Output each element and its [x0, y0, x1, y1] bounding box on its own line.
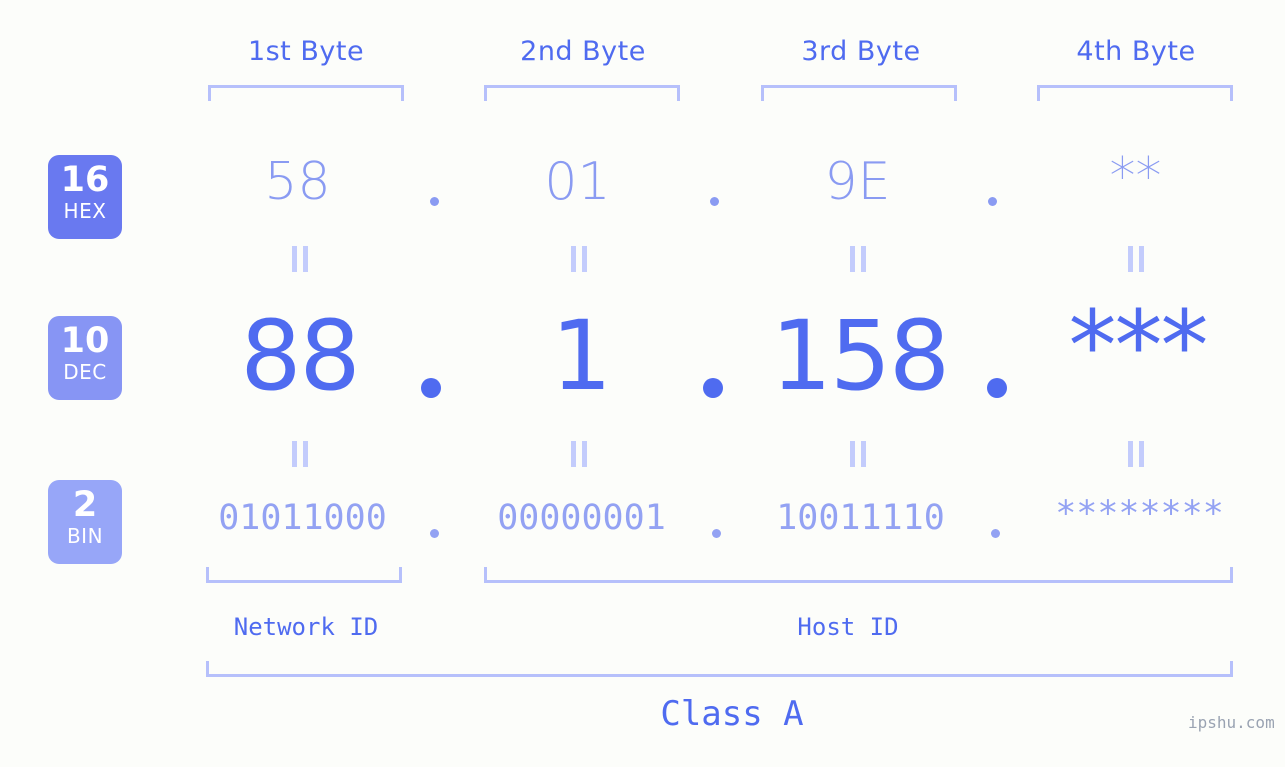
equals-icon-hex-dec-4 [1128, 246, 1145, 272]
radix-badge-bin-label: BIN [66, 524, 104, 548]
bin-byte-2: 00000001 [497, 498, 666, 538]
hex-separator-dot-2 [710, 197, 719, 206]
dec-byte-1: 88 [240, 300, 360, 412]
dec-separator-dot-3 [987, 378, 1007, 398]
bin-byte-1: 01011000 [218, 498, 387, 538]
hex-byte-1: 58 [264, 152, 331, 212]
byte-bracket-top-4 [1037, 85, 1233, 101]
class-bracket [206, 661, 1233, 677]
radix-badge-hex-number: 16 [60, 160, 110, 200]
dec-byte-2: 1 [550, 300, 612, 412]
hex-byte-3: 9E [824, 152, 891, 212]
radix-badge-bin-number: 2 [72, 485, 98, 525]
network-id-bracket [206, 567, 402, 583]
hex-separator-dot-3 [988, 197, 997, 206]
host-id-label: Host ID [797, 613, 899, 641]
bin-separator-dot-3 [991, 529, 1000, 538]
equals-icon-dec-bin-2 [571, 441, 588, 467]
equals-icon-hex-dec-2 [571, 246, 588, 272]
hex-byte-4: ** [1109, 147, 1162, 207]
hex-byte-2: 01 [544, 152, 611, 212]
byte-header-3: 3rd Byte [801, 36, 921, 67]
byte-header-4: 4th Byte [1076, 36, 1196, 67]
radix-badge-dec-label: DEC [63, 360, 107, 384]
radix-badge-hex-label: HEX [63, 199, 107, 223]
bin-separator-dot-2 [712, 529, 721, 538]
byte-bracket-top-3 [761, 85, 957, 101]
radix-badge-dec-number: 10 [60, 321, 110, 361]
dec-separator-dot-1 [421, 378, 441, 398]
dec-byte-4: *** [1068, 290, 1209, 402]
class-label: Class A [660, 694, 804, 734]
equals-icon-dec-bin-4 [1128, 441, 1145, 467]
hex-separator-dot-1 [430, 197, 439, 206]
radix-badge-bin: 2 BIN [48, 480, 122, 564]
watermark: ipshu.com [1188, 713, 1275, 732]
bin-separator-dot-1 [430, 529, 439, 538]
network-id-label: Network ID [233, 613, 379, 641]
radix-badge-dec: 10 DEC [48, 316, 122, 400]
byte-bracket-top-2 [484, 85, 680, 101]
bin-byte-4: ******** [1055, 494, 1224, 534]
ip-address-breakdown-diagram: 1st Byte 2nd Byte 3rd Byte 4th Byte 16 H… [0, 0, 1285, 767]
bin-byte-3: 10011110 [776, 498, 945, 538]
equals-icon-dec-bin-3 [850, 441, 867, 467]
dec-separator-dot-2 [703, 378, 723, 398]
radix-badge-hex: 16 HEX [48, 155, 122, 239]
byte-header-2: 2nd Byte [520, 36, 646, 67]
equals-icon-hex-dec-1 [292, 246, 309, 272]
byte-bracket-top-1 [208, 85, 404, 101]
equals-icon-dec-bin-1 [292, 441, 309, 467]
host-id-bracket [484, 567, 1233, 583]
byte-header-1: 1st Byte [247, 36, 365, 67]
dec-byte-3: 158 [770, 300, 950, 412]
equals-icon-hex-dec-3 [850, 246, 867, 272]
